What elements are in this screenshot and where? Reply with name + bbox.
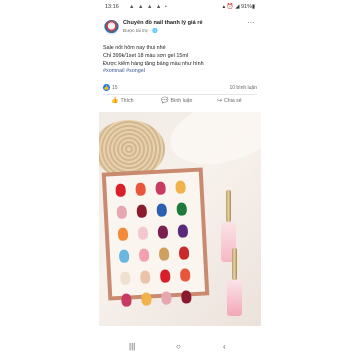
recents-icon[interactable]: |||: [129, 342, 135, 351]
like-button[interactable]: 👍 Thích: [111, 97, 133, 104]
polish-bottle: [227, 280, 242, 316]
swatch-board: [105, 171, 206, 307]
bottle-cap: [226, 190, 231, 222]
polish-swatch: [117, 227, 129, 241]
post-actions: 👍 Thích 💬 Bình luận ↪ Chia sẻ: [99, 97, 261, 107]
hashtags[interactable]: #xomnail #songel: [103, 68, 257, 76]
thumbs-up-icon: 👍: [111, 98, 119, 104]
reactions-bar[interactable]: 👍 15 10 bình luận: [103, 84, 257, 92]
polish-swatch: [158, 247, 170, 261]
polish-swatch: [136, 204, 148, 218]
like-reaction-icon: 👍: [103, 84, 110, 91]
page-avatar[interactable]: [104, 20, 119, 35]
divider: [103, 94, 257, 95]
polish-swatch: [115, 183, 126, 198]
polish-swatch: [175, 180, 186, 194]
comment-count[interactable]: 10 bình luận: [229, 85, 257, 91]
polish-swatch: [118, 249, 130, 263]
polish-swatch: [121, 293, 132, 307]
polish-swatch: [116, 205, 128, 219]
comment-button[interactable]: 💬 Bình luận: [161, 97, 192, 104]
notification-icons: ▲ ▲ ▲ ▲ •: [129, 4, 168, 10]
caption-line: Được kiểm hàng tặng bảng màu như hình: [103, 60, 204, 67]
polish-swatch: [178, 246, 190, 260]
share-icon: ↪: [217, 98, 223, 104]
polish-swatch: [155, 181, 166, 195]
bottle-cap: [232, 248, 237, 280]
caption-line: Sale nốt hôm nay thui nhé: [103, 45, 166, 51]
like-label: Thích: [120, 98, 134, 104]
comment-icon: 💬: [161, 98, 169, 104]
post-photo[interactable]: [99, 112, 261, 326]
battery-indicator: ▴ ⏰ ◢ 91%▮: [222, 4, 255, 10]
status-bar: 13:16 ▲ ▲ ▲ ▲ • ▴ ⏰ ◢ 91%▮: [99, 0, 261, 14]
sponsored-label: Được tài trợ · 🌐: [123, 28, 158, 33]
fabric-drape: [163, 112, 261, 176]
page-name[interactable]: Chuyên đồ nail thanh lý giá rẻ: [123, 20, 203, 26]
phone-screen: 13:16 ▲ ▲ ▲ ▲ • ▴ ⏰ ◢ 91%▮ Chuyên đồ nai…: [99, 0, 261, 360]
swatch-frame: [101, 167, 210, 307]
home-icon[interactable]: ○: [176, 342, 181, 351]
more-options-icon[interactable]: ···: [247, 19, 255, 27]
polish-swatch: [181, 290, 192, 304]
polish-swatch: [141, 292, 152, 306]
comment-label: Bình luận: [170, 98, 193, 104]
clock: 13:16: [105, 4, 119, 10]
polish-swatch: [135, 182, 146, 196]
back-icon[interactable]: ‹: [223, 342, 226, 351]
polish-swatch: [119, 271, 131, 285]
polish-swatch: [139, 270, 151, 284]
reaction-count[interactable]: 15: [112, 85, 118, 91]
share-button[interactable]: ↪ Chia sẻ: [217, 97, 242, 104]
android-nav-bar: ||| ○ ‹: [99, 336, 261, 360]
share-label: Chia sẻ: [224, 98, 242, 104]
polish-swatch: [177, 224, 189, 238]
polish-swatch: [159, 269, 171, 283]
polish-swatch: [161, 291, 172, 305]
polish-swatch: [157, 225, 169, 239]
polish-swatch: [179, 268, 191, 282]
polish-swatch: [138, 248, 150, 262]
caption-line: Chỉ 399k/1set 18 màu sơn gel 15ml: [103, 52, 189, 59]
post-caption: Sale nốt hôm nay thui nhé Chỉ 399k/1set …: [103, 45, 257, 76]
polish-swatch: [137, 226, 149, 240]
polish-swatch: [176, 202, 188, 216]
polish-swatch: [156, 203, 168, 217]
